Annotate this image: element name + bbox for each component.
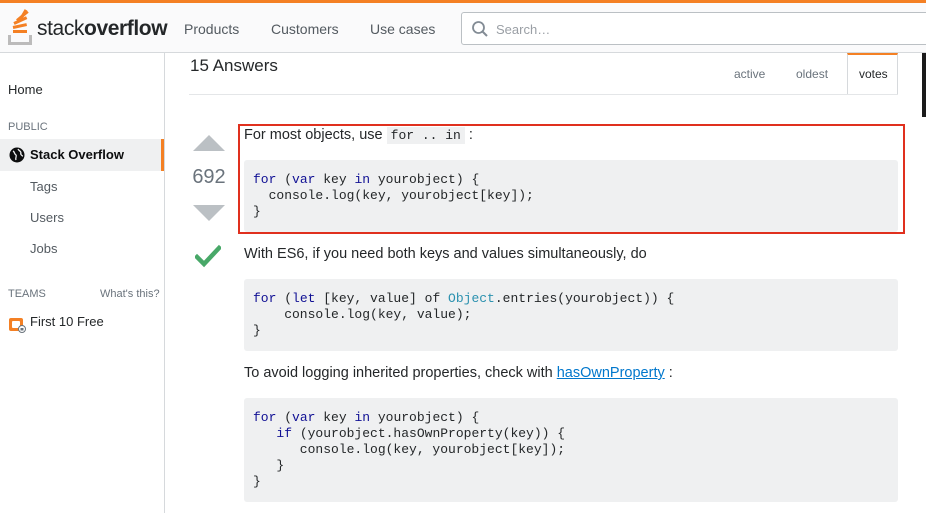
answer-paragraph-3: To avoid logging inherited properties, c…	[244, 365, 673, 381]
nav-products[interactable]: Products	[184, 21, 239, 37]
stack-logo-icon	[8, 9, 34, 45]
vote-count: 692	[192, 166, 226, 188]
sidebar-item-users[interactable]: Users	[30, 210, 64, 225]
nav-customers[interactable]: Customers	[271, 21, 339, 37]
code-block-2: for (let [key, value] of Object.entries(…	[244, 279, 898, 351]
tab-active[interactable]: active	[734, 67, 765, 81]
tab-votes[interactable]: votes	[847, 53, 898, 95]
stackoverflow-logo[interactable]: stackoverflow	[8, 9, 168, 46]
logo-text: stackoverflow	[37, 17, 168, 40]
hasownproperty-link[interactable]: hasOwnProperty	[557, 365, 665, 381]
tab-oldest[interactable]: oldest	[796, 67, 828, 81]
first-10-free-link[interactable]: First 10 Free	[30, 314, 104, 329]
answer-paragraph-2: With ES6, if you need both keys and valu…	[244, 246, 647, 262]
sidebar-item-label: Stack Overflow	[30, 147, 124, 162]
whats-this-link[interactable]: What's this?	[100, 288, 160, 300]
nav-use-cases[interactable]: Use cases	[370, 21, 435, 37]
search-icon	[472, 21, 488, 37]
search-input[interactable]: Search…	[461, 12, 926, 45]
answers-count-title: 15 Answers	[190, 56, 278, 75]
globe-icon	[9, 147, 25, 163]
top-bar: stackoverflow Products Customers Use cas…	[0, 0, 926, 53]
sidebar-item-tags[interactable]: Tags	[30, 179, 57, 194]
search-placeholder: Search…	[496, 22, 551, 37]
left-sidebar: Home PUBLIC Stack Overflow Tags Users Jo…	[0, 53, 165, 513]
sidebar-item-jobs[interactable]: Jobs	[30, 241, 57, 256]
tabs-divider	[189, 94, 898, 95]
accepted-checkmark-icon	[195, 244, 221, 268]
tab-votes-label: votes	[859, 67, 888, 81]
sidebar-public-label: PUBLIC	[8, 121, 48, 133]
sidebar-teams-label: TEAMS	[8, 288, 46, 300]
sidebar-item-stack-overflow[interactable]: Stack Overflow	[0, 139, 164, 171]
upvote-arrow-icon[interactable]	[193, 135, 225, 151]
teams-briefcase-icon	[9, 318, 26, 333]
sidebar-item-home[interactable]: Home	[8, 82, 43, 97]
code-block-3: for (var key in yourobject) { if (yourob…	[244, 398, 898, 502]
highlight-box	[238, 124, 905, 234]
right-edge-strip	[922, 53, 926, 117]
downvote-arrow-icon[interactable]	[193, 205, 225, 221]
